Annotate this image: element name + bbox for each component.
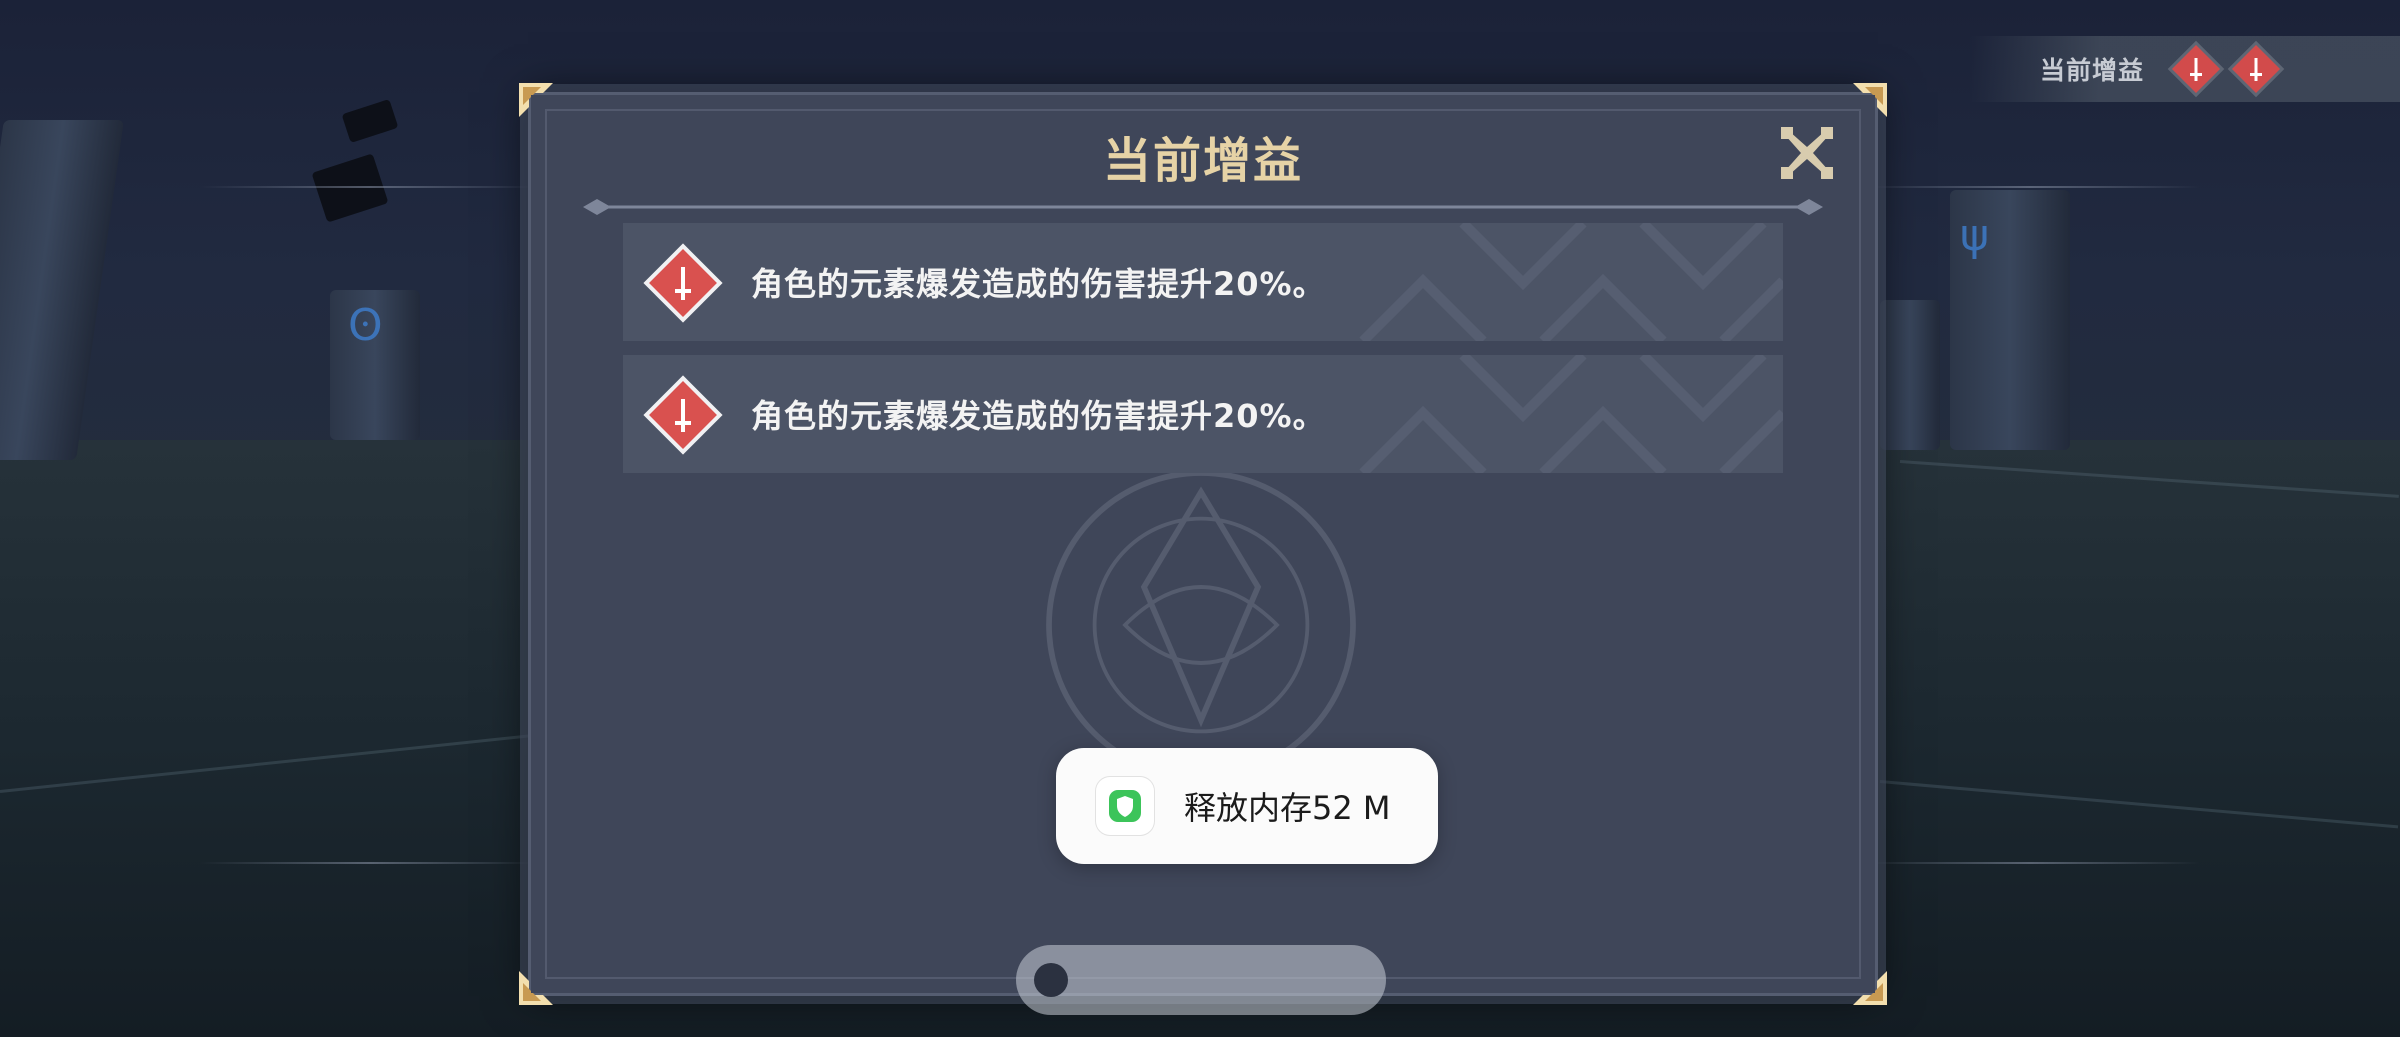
decor-line [200, 862, 540, 864]
decor-line [200, 186, 540, 188]
panel-title: 当前增益 [1102, 133, 1303, 189]
bottom-action-pill[interactable] [1016, 945, 1386, 1015]
background-pillar [1880, 300, 1940, 450]
sword-icon [2171, 44, 2221, 94]
decor-line [1860, 862, 2200, 864]
shield-icon [1096, 777, 1154, 835]
hud-buff-bar[interactable]: 当前增益 [1970, 36, 2400, 102]
rune-glyph: ʘ [348, 300, 383, 351]
buff-list: 角色的元素爆发造成的伤害提升20%。 角色的元素爆发造成的伤害提升20%。 [623, 223, 1783, 487]
game-scene: ʘ ψ 当前增益 当前增益 角色的元素爆发造成的伤害提升20%。 角色的元素爆发… [0, 0, 2400, 1037]
hud-buff-title: 当前增益 [2040, 56, 2145, 85]
toast-message: 释放内存52 M [1184, 789, 1391, 827]
pill-icon [1034, 963, 1068, 997]
sword-icon [649, 249, 717, 317]
corner-ornament [1853, 83, 1887, 117]
close-icon [1781, 127, 1833, 179]
buff-row[interactable]: 角色的元素爆发造成的伤害提升20%。 [623, 355, 1783, 473]
row-pattern [1359, 223, 1783, 341]
buff-description: 角色的元素爆发造成的伤害提升20%。 [751, 265, 1326, 303]
close-button[interactable] [1779, 125, 1835, 181]
buff-description: 角色的元素爆发造成的伤害提升20%。 [751, 397, 1326, 435]
corner-ornament [1853, 971, 1887, 1005]
corner-ornament [519, 83, 553, 117]
decor-line [1860, 186, 2200, 188]
sword-icon [2231, 44, 2281, 94]
row-pattern [1359, 355, 1783, 473]
title-divider [583, 199, 1823, 215]
corner-ornament [519, 971, 553, 1005]
buff-row[interactable]: 角色的元素爆发造成的伤害提升20%。 [623, 223, 1783, 341]
memory-release-toast: 释放内存52 M [1056, 748, 1438, 864]
sword-icon [649, 381, 717, 449]
rune-glyph: ψ [1960, 210, 1990, 261]
